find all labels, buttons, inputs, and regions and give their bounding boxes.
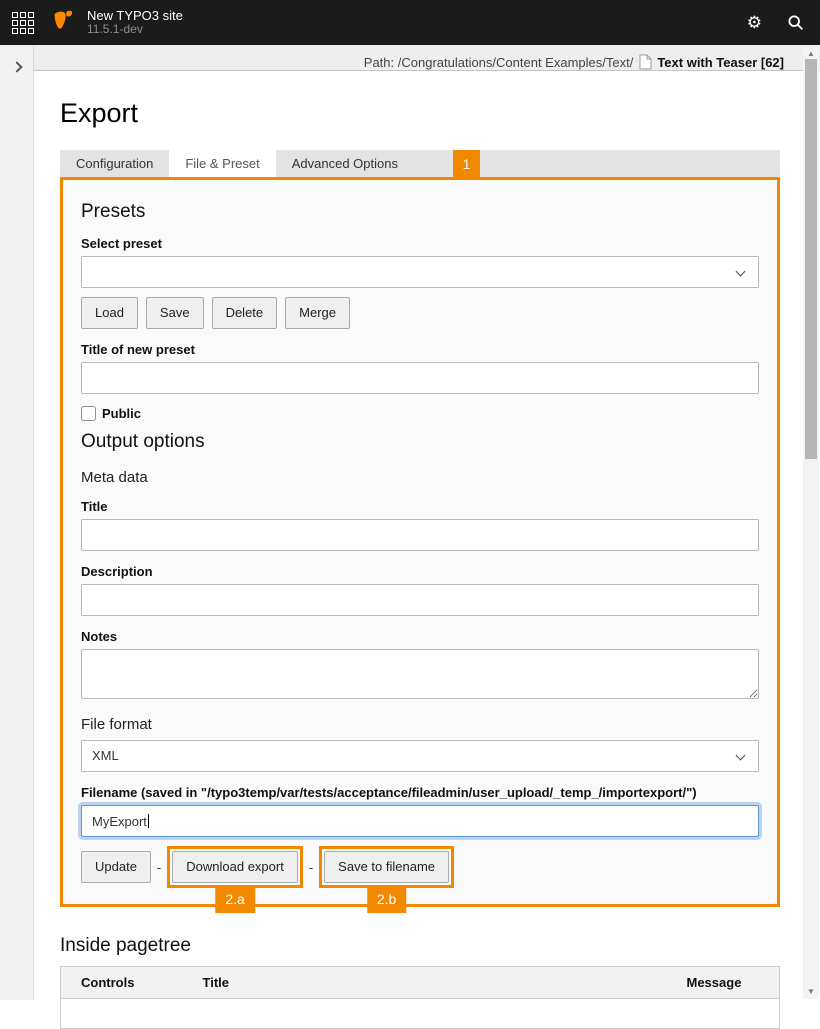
table-header-row: Controls Title Message — [61, 967, 780, 999]
inside-pagetree-heading: Inside pagetree — [60, 935, 780, 957]
meta-description-input[interactable] — [81, 584, 759, 616]
filename-label: Filename (saved in "/typo3temp/var/tests… — [81, 785, 759, 800]
new-preset-title-label: Title of new preset — [81, 342, 759, 357]
column-message: Message — [675, 967, 780, 999]
presets-heading: Presets — [81, 201, 759, 223]
public-label: Public — [102, 406, 141, 421]
inside-pagetree-section: Inside pagetree Controls Title Message — [60, 935, 780, 1029]
annotation-badge-2a: 2.a — [215, 885, 254, 913]
module-menu-button[interactable] — [0, 0, 46, 45]
meta-notes-label: Notes — [81, 629, 759, 644]
scrollbar-down-arrow-icon[interactable]: ▼ — [803, 987, 819, 996]
file-format-select[interactable]: XML — [81, 740, 759, 772]
breadcrumb: Path: /Congratulations/Content Examples/… — [44, 54, 784, 70]
tab-bar: Configuration File & Preset Advanced Opt… — [60, 150, 780, 177]
site-info: New TYPO3 site 11.5.1-dev — [87, 9, 183, 37]
site-version: 11.5.1-dev — [87, 23, 183, 36]
column-title: Title — [191, 967, 675, 999]
file-preset-panel: Presets Select preset Load Save Delete M… — [60, 177, 780, 907]
file-format-value: XML — [92, 748, 119, 763]
update-button[interactable]: Update — [81, 851, 151, 883]
scrollbar-up-arrow-icon[interactable]: ▲ — [803, 49, 819, 58]
download-export-annotation: Download export 2.a — [167, 846, 303, 888]
annotation-badge-2b: 2.b — [367, 885, 406, 913]
expand-sidebar-chevron-icon[interactable] — [11, 61, 22, 72]
meta-title-input[interactable] — [81, 519, 759, 551]
doc-header: Path: /Congratulations/Content Examples/… — [34, 45, 820, 71]
separator-dash: - — [309, 860, 313, 875]
preset-select[interactable] — [81, 256, 759, 288]
meta-title-label: Title — [81, 499, 759, 514]
tab-configuration[interactable]: Configuration — [60, 150, 169, 177]
search-icon[interactable] — [787, 14, 805, 32]
tab-advanced-options[interactable]: Advanced Options — [276, 150, 414, 177]
text-caret — [148, 814, 149, 828]
meta-description-label: Description — [81, 564, 759, 579]
settings-gear-icon[interactable]: ⚙ — [747, 14, 762, 31]
separator-dash: - — [157, 860, 161, 875]
delete-button[interactable]: Delete — [212, 297, 278, 329]
meta-notes-textarea[interactable] — [81, 649, 759, 699]
download-export-button[interactable]: Download export — [172, 851, 298, 883]
annotation-badge-1: 1 — [453, 150, 480, 180]
save-to-filename-annotation: Save to filename 2.b — [319, 846, 454, 888]
merge-button[interactable]: Merge — [285, 297, 350, 329]
meta-data-heading: Meta data — [81, 469, 759, 486]
topbar: New TYPO3 site 11.5.1-dev ⚙ — [0, 0, 820, 45]
collapsed-pagetree-sidebar — [0, 45, 34, 1000]
column-controls: Controls — [61, 967, 191, 999]
save-to-filename-button[interactable]: Save to filename — [324, 851, 449, 883]
load-button[interactable]: Load — [81, 297, 138, 329]
chevron-down-icon — [736, 751, 746, 761]
select-preset-label: Select preset — [81, 236, 759, 251]
scrollbar-thumb[interactable] — [805, 59, 817, 459]
breadcrumb-page-title: Text with Teaser [62] — [657, 55, 784, 70]
typo3-logo-icon — [52, 10, 77, 36]
grid-icon — [12, 12, 34, 34]
output-options-heading: Output options — [81, 431, 759, 453]
page-title: Export — [60, 98, 780, 129]
page-icon — [639, 54, 652, 70]
tab-file-preset[interactable]: File & Preset — [169, 150, 275, 177]
public-checkbox[interactable] — [81, 406, 96, 421]
pagetree-table: Controls Title Message — [60, 966, 780, 1029]
site-title: New TYPO3 site — [87, 9, 183, 24]
table-row — [61, 999, 780, 1029]
file-format-label: File format — [81, 716, 759, 733]
vertical-scrollbar[interactable]: ▲ ▼ — [803, 46, 819, 999]
new-preset-title-input[interactable] — [81, 362, 759, 394]
breadcrumb-path: Path: /Congratulations/Content Examples/… — [364, 55, 634, 70]
filename-input[interactable] — [81, 805, 759, 837]
save-button[interactable]: Save — [146, 297, 204, 329]
chevron-down-icon — [736, 267, 746, 277]
